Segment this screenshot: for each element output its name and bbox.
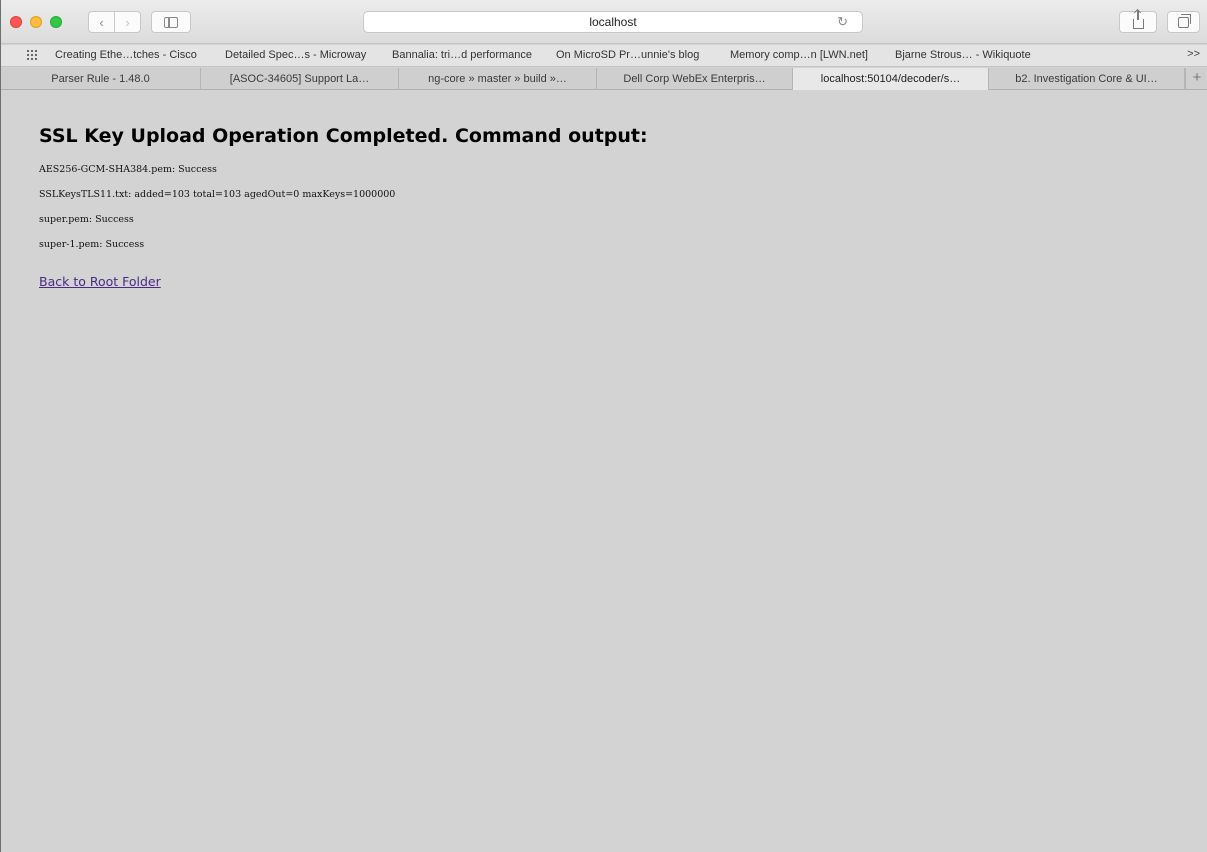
back-to-root-link[interactable]: Back to Root Folder bbox=[39, 274, 161, 289]
bookmark-item[interactable]: Bjarne Strous… - Wikiquote bbox=[895, 49, 1031, 61]
output-line: super.pem: Success bbox=[39, 214, 134, 225]
bookmark-item[interactable]: Creating Ethe…tches - Cisco bbox=[55, 49, 197, 61]
chevron-left-icon: ‹ bbox=[99, 14, 104, 30]
tab[interactable]: Dell Corp WebEx Enterpris… bbox=[597, 68, 793, 90]
share-icon bbox=[1132, 10, 1144, 29]
bookmarks-overflow-button[interactable]: >> bbox=[1187, 48, 1200, 60]
tab-title: b2. Investigation Core & UI… bbox=[1015, 73, 1158, 85]
sidebar-toggle-button[interactable] bbox=[151, 11, 191, 33]
new-tab-button[interactable]: + bbox=[1185, 68, 1207, 90]
tab[interactable]: ng-core » master » build »… bbox=[399, 68, 597, 90]
bookmark-item[interactable]: Detailed Spec…s - Microway bbox=[225, 49, 366, 61]
tab-title: [ASOC-34605] Support La… bbox=[229, 73, 370, 85]
forward-button[interactable]: › bbox=[114, 11, 141, 33]
show-tabs-button[interactable] bbox=[1167, 11, 1200, 33]
address-bar[interactable]: localhost ↻ bbox=[363, 11, 863, 33]
tab-active[interactable]: localhost:50104/decoder/s… bbox=[793, 68, 989, 90]
tab-title: Dell Corp WebEx Enterpris… bbox=[623, 73, 766, 85]
browser-toolbar: ‹ › localhost ↻ bbox=[1, 0, 1207, 44]
tabs-overview-icon bbox=[1178, 13, 1191, 28]
tab-title: localhost:50104/decoder/s… bbox=[820, 73, 961, 85]
tab[interactable]: Parser Rule - 1.48.0 bbox=[1, 68, 201, 90]
tab[interactable]: b2. Investigation Core & UI… bbox=[989, 68, 1185, 90]
tab[interactable]: [ASOC-34605] Support La… bbox=[201, 68, 399, 90]
page-title: SSL Key Upload Operation Completed. Comm… bbox=[39, 125, 648, 147]
sidebar-icon bbox=[164, 16, 178, 28]
output-line: super-1.pem: Success bbox=[39, 239, 145, 250]
browser-window: ‹ › localhost ↻ Creating Ethe…tches - Ci… bbox=[0, 0, 1207, 852]
output-line: AES256-GCM-SHA384.pem: Success bbox=[39, 164, 217, 175]
tab-title: Parser Rule - 1.48.0 bbox=[51, 73, 150, 85]
zoom-window-button[interactable] bbox=[50, 16, 62, 28]
bookmark-item[interactable]: Bannalia: tri…d performance bbox=[392, 49, 532, 61]
address-text: localhost bbox=[589, 15, 637, 29]
close-window-button[interactable] bbox=[10, 16, 22, 28]
plus-icon: + bbox=[1192, 69, 1202, 86]
top-sites-grid-icon[interactable] bbox=[27, 50, 39, 60]
minimize-window-button[interactable] bbox=[30, 16, 42, 28]
tab-bar: Parser Rule - 1.48.0 [ASOC-34605] Suppor… bbox=[1, 68, 1207, 90]
share-button[interactable] bbox=[1119, 10, 1157, 33]
bookmarks-bar: Creating Ethe…tches - Cisco Detailed Spe… bbox=[1, 45, 1207, 67]
bookmark-item[interactable]: On MicroSD Pr…unnie's blog bbox=[556, 49, 699, 61]
back-button[interactable]: ‹ bbox=[88, 11, 115, 33]
output-line: SSLKeysTLS11.txt: added=103 total=103 ag… bbox=[39, 189, 396, 200]
bookmark-item[interactable]: Memory comp…n [LWN.net] bbox=[730, 49, 868, 61]
chevron-right-icon: › bbox=[125, 14, 130, 30]
tab-title: ng-core » master » build »… bbox=[428, 73, 567, 85]
reload-icon[interactable]: ↻ bbox=[837, 14, 848, 30]
